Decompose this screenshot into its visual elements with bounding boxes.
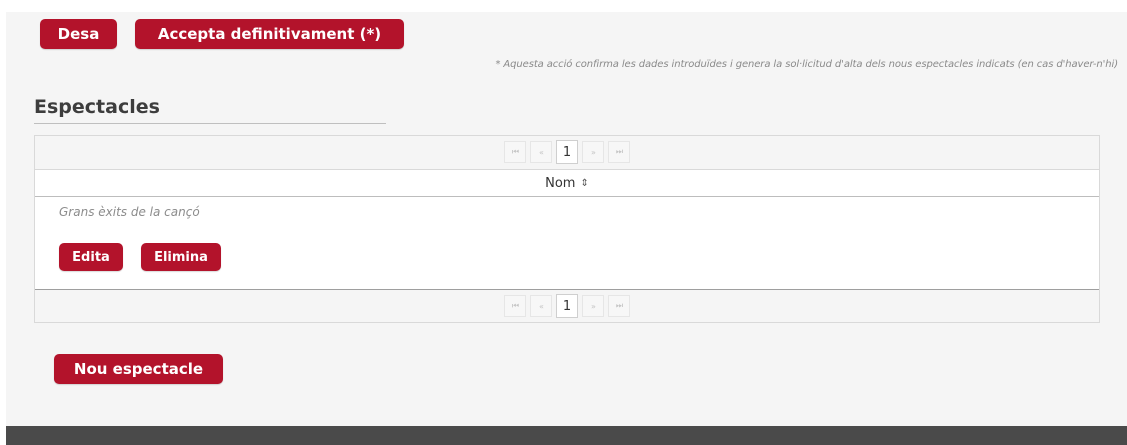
paginator-top: ⏮ « 1 » ⏭ — [35, 136, 1099, 168]
prev-page-icon[interactable]: « — [530, 141, 552, 163]
page-number[interactable]: 1 — [556, 140, 578, 164]
last-page-icon[interactable]: ⏭ — [608, 295, 630, 317]
last-page-icon[interactable]: ⏭ — [608, 141, 630, 163]
section-title: Espectacles — [34, 96, 160, 118]
first-page-icon[interactable]: ⏮ — [504, 141, 526, 163]
section-divider — [34, 123, 386, 124]
column-header-label: Nom — [545, 175, 576, 191]
table-row: Grans èxits de la cançó Edita Elimina — [35, 197, 1099, 290]
edit-button[interactable]: Edita — [59, 243, 123, 271]
column-header-name[interactable]: Nom ⇕ — [35, 169, 1099, 197]
new-show-button[interactable]: Nou espectacle — [54, 354, 223, 384]
accept-note: * Aquesta acció confirma les dades intro… — [495, 59, 1118, 70]
accept-definitively-button[interactable]: Accepta definitivament (*) — [135, 19, 404, 49]
next-page-icon[interactable]: » — [582, 141, 604, 163]
first-page-icon[interactable]: ⏮ — [504, 295, 526, 317]
footer-bar — [6, 426, 1127, 445]
shows-table: ⏮ « 1 » ⏭ Nom ⇕ Grans èxits de la cançó … — [34, 135, 1100, 323]
delete-button[interactable]: Elimina — [141, 243, 221, 271]
next-page-icon[interactable]: » — [582, 295, 604, 317]
page-number[interactable]: 1 — [556, 294, 578, 318]
save-button[interactable]: Desa — [40, 19, 117, 49]
prev-page-icon[interactable]: « — [530, 295, 552, 317]
sort-icon[interactable]: ⇕ — [580, 178, 588, 189]
show-name: Grans èxits de la cançó — [59, 205, 200, 219]
paginator-bottom: ⏮ « 1 » ⏭ — [35, 290, 1099, 322]
